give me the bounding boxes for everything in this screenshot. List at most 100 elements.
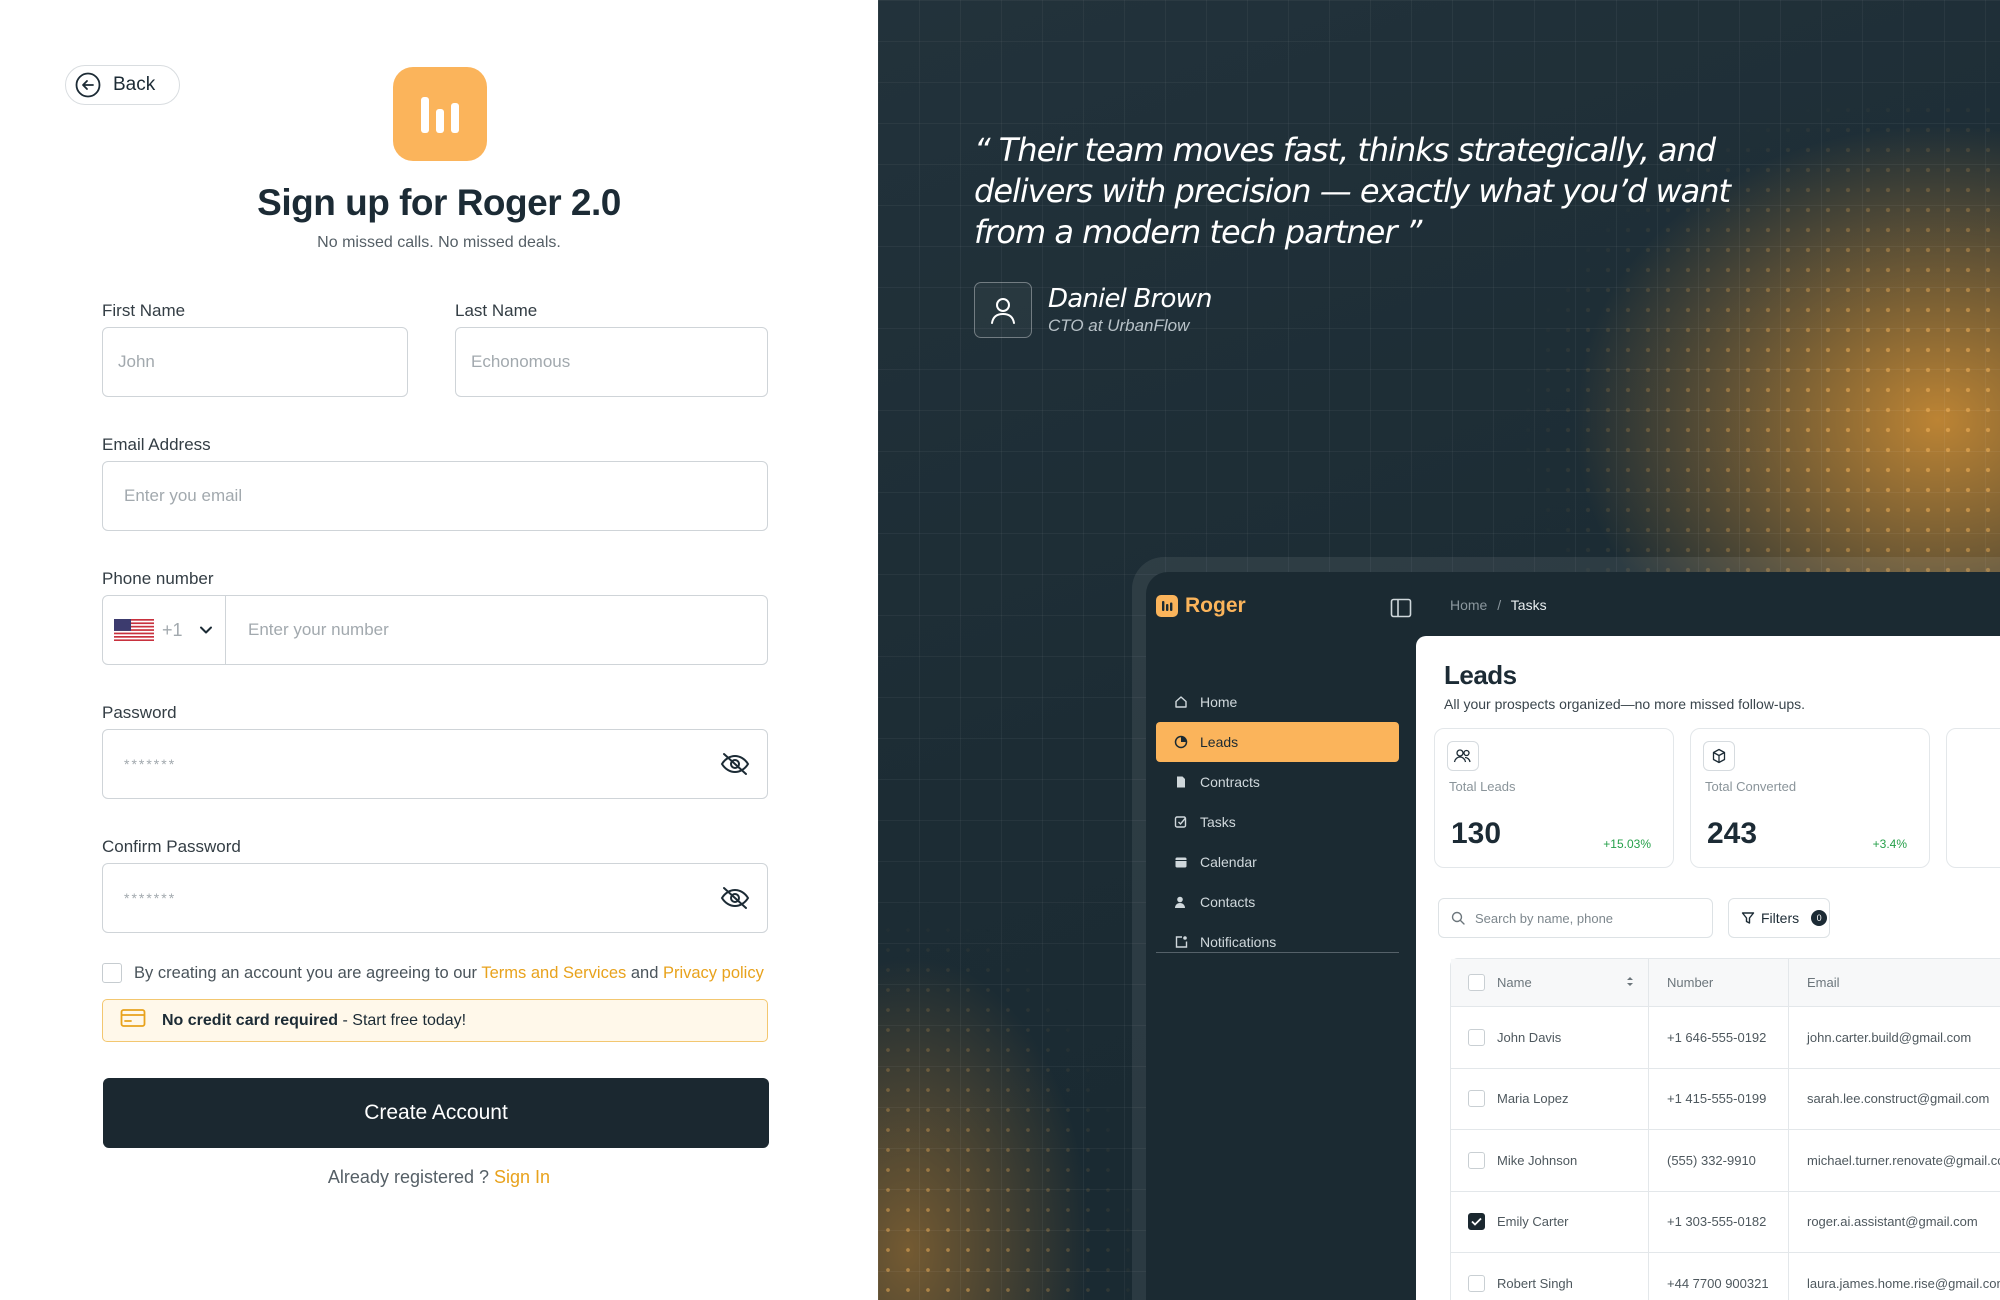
us-flag-icon <box>114 619 154 641</box>
signin-link[interactable]: Sign In <box>494 1167 550 1187</box>
check-icon <box>1471 1218 1482 1227</box>
notification-icon <box>1175 936 1188 948</box>
filters-count-badge: 0 <box>1811 910 1828 926</box>
breadcrumb: Home / Tasks <box>1450 597 1547 613</box>
privacy-link[interactable]: Privacy policy <box>663 964 764 982</box>
password-label: Password <box>102 703 177 722</box>
lead-email: sarah.lee.construct@gmail.com <box>1807 1091 1990 1107</box>
phone-label: Phone number <box>102 569 214 588</box>
sidebar-item-notifications[interactable]: Notifications <box>1156 922 1399 962</box>
leads-table: Name Number Email John Davis +1 646-555-… <box>1450 958 2000 1300</box>
stat-card-total-leads: Total Leads 130 +15.03% <box>1434 728 1674 868</box>
eye-off-icon[interactable] <box>720 749 750 779</box>
table-row[interactable]: Mike Johnson (555) 332-9910 michael.turn… <box>1451 1130 2000 1192</box>
stat-card-total-converted: Total Converted 243 +3.4% <box>1690 728 1930 868</box>
calendar-icon <box>1175 857 1187 868</box>
sidebar-item-contracts[interactable]: Contracts <box>1156 762 1399 802</box>
notice-bold: No credit card required <box>162 1011 339 1029</box>
sidebar-item-calendar[interactable]: Calendar <box>1156 842 1399 882</box>
terms-agreement: By creating an account you are agreeing … <box>102 963 764 983</box>
column-name[interactable]: Name <box>1451 959 1649 1006</box>
breadcrumb-separator: / <box>1497 597 1502 613</box>
table-row[interactable]: Robert Singh +44 7700 900321 laura.james… <box>1451 1253 2000 1300</box>
country-code-select[interactable]: +1 <box>103 596 226 664</box>
lead-name: Maria Lopez <box>1497 1091 1569 1107</box>
first-name-field[interactable]: John <box>102 327 408 397</box>
signin-text: Already registered ? <box>327 1167 490 1187</box>
row-checkbox-checked[interactable] <box>1468 1213 1485 1231</box>
password-value: ******* <box>124 756 177 772</box>
sidebar-item-label: Tasks <box>1200 814 1236 830</box>
confirm-password-field[interactable]: ******* <box>102 863 768 933</box>
stat-label: Total Leads <box>1449 779 1516 794</box>
table-row[interactable]: Emily Carter +1 303-555-0182 roger.ai.as… <box>1451 1191 2000 1253</box>
lead-email: roger.ai.assistant@gmail.com <box>1807 1214 1978 1230</box>
last-name-placeholder: Echonomous <box>471 352 571 371</box>
document-icon <box>1177 776 1185 788</box>
lead-name: John Davis <box>1497 1029 1562 1045</box>
lead-number: +1 303-555-0182 <box>1649 1191 1789 1252</box>
row-checkbox[interactable] <box>1468 1151 1485 1169</box>
user-icon <box>974 282 1032 338</box>
breadcrumb-home[interactable]: Home <box>1450 597 1487 613</box>
first-name-label: First Name <box>102 301 186 320</box>
column-header: Name <box>1497 975 1532 990</box>
agree-text: By creating an account you are agreeing … <box>134 963 478 982</box>
stat-delta: +15.03% <box>1603 837 1651 851</box>
roger-logo-icon <box>1156 595 1178 617</box>
users-icon <box>1447 741 1479 771</box>
author-role: CTO at UrbanFlow <box>1048 316 1190 335</box>
box-icon <box>1703 741 1735 771</box>
sidebar-item-leads[interactable]: Leads <box>1156 722 1399 762</box>
leads-page: Leads All your prospects organized—no mo… <box>1416 636 2000 1300</box>
filters-button[interactable]: Filters 0 <box>1728 898 1830 938</box>
sidebar-item-tasks[interactable]: Tasks <box>1156 802 1399 842</box>
testimonial-panel: “ Their team moves fast, thinks strategi… <box>878 0 2000 1300</box>
search-input[interactable]: Search by name, phone <box>1438 898 1713 938</box>
column-header[interactable]: Number <box>1649 959 1789 1006</box>
select-all-checkbox[interactable] <box>1468 974 1485 991</box>
eye-off-icon[interactable] <box>720 883 750 913</box>
page-title: Sign up for Roger 2.0 <box>257 182 621 223</box>
row-checkbox[interactable] <box>1468 1028 1485 1046</box>
sidebar-item-home[interactable]: Home <box>1156 682 1399 722</box>
table-row[interactable]: John Davis +1 646-555-0192 john.carter.b… <box>1451 1007 2000 1069</box>
sidebar-toggle-icon[interactable] <box>1390 598 1412 623</box>
terms-link[interactable]: Terms and Services <box>481 964 626 982</box>
terms-checkbox[interactable] <box>102 963 122 983</box>
lead-number: (555) 332-9910 <box>1649 1130 1789 1191</box>
phone-input[interactable]: Enter your number <box>226 620 389 640</box>
sort-icon[interactable] <box>1626 975 1634 990</box>
back-label: Back <box>113 74 156 95</box>
back-button[interactable]: Back <box>65 65 180 105</box>
password-field[interactable]: ******* <box>102 729 768 799</box>
sidebar-item-label: Contacts <box>1200 894 1256 910</box>
sidebar-item-contacts[interactable]: Contacts <box>1156 882 1399 922</box>
table-row[interactable]: Maria Lopez +1 415-555-0199 sarah.lee.co… <box>1451 1068 2000 1130</box>
lead-email: laura.james.home.rise@gmail.com <box>1807 1275 2000 1291</box>
row-checkbox[interactable] <box>1468 1274 1485 1292</box>
sidebar-nav: Home Leads Contracts Tasks Calendar Cont… <box>1156 682 1399 962</box>
search-placeholder: Search by name, phone <box>1475 910 1614 926</box>
confirm-password-value: ******* <box>124 890 177 906</box>
sidebar-item-label: Contracts <box>1200 774 1260 790</box>
person-icon <box>1175 896 1185 908</box>
sidebar-item-label: Notifications <box>1200 934 1277 950</box>
search-icon <box>1451 911 1465 925</box>
lead-number: +1 415-555-0199 <box>1649 1068 1789 1129</box>
lead-name: Emily Carter <box>1497 1214 1569 1230</box>
row-checkbox[interactable] <box>1468 1090 1485 1108</box>
chevron-down-icon <box>199 620 213 640</box>
leads-subtitle: All your prospects organized—no more mis… <box>1444 696 1806 712</box>
email-field[interactable]: Enter you email <box>102 461 768 531</box>
pie-chart-icon <box>1174 735 1188 749</box>
confirm-password-label: Confirm Password <box>102 837 241 856</box>
checkbox-icon <box>1174 816 1187 828</box>
email-placeholder: Enter you email <box>124 486 243 505</box>
column-header[interactable]: Email <box>1789 959 2000 1006</box>
create-account-button[interactable]: Create Account <box>103 1078 769 1148</box>
last-name-field[interactable]: Echonomous <box>455 327 768 397</box>
filter-icon <box>1741 912 1755 924</box>
country-code: +1 <box>162 619 183 640</box>
stat-label: Total Converted <box>1705 779 1797 794</box>
